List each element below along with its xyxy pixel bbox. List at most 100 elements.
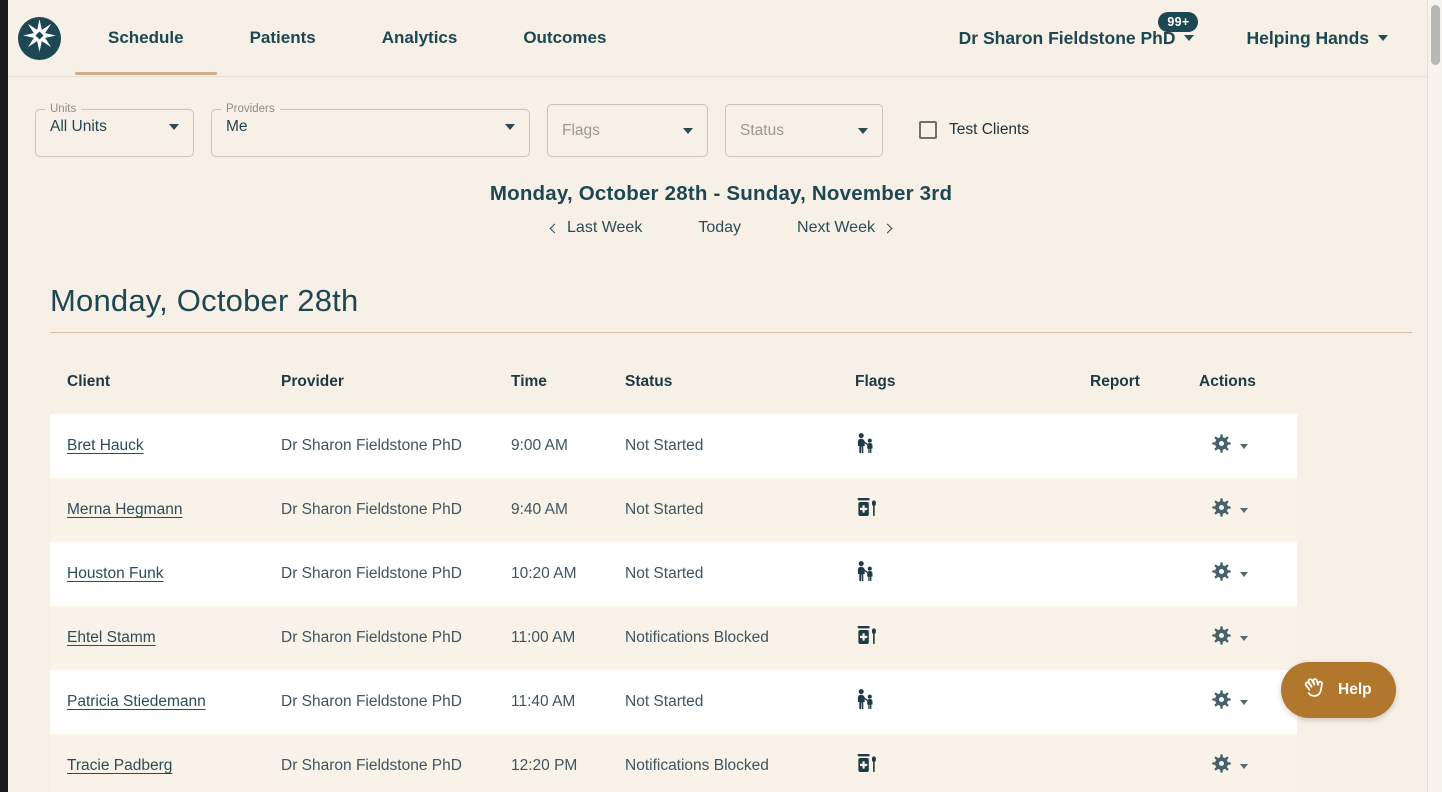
chevron-down-icon xyxy=(1240,700,1248,705)
tab-outcomes-label: Outcomes xyxy=(523,28,606,48)
tab-schedule[interactable]: Schedule xyxy=(75,0,217,77)
tab-analytics[interactable]: Analytics xyxy=(349,0,491,77)
row-actions-menu[interactable] xyxy=(1199,433,1297,459)
units-select[interactable]: Units All Units xyxy=(35,104,194,157)
time-cell: 11:40 AM xyxy=(511,693,625,711)
time-cell: 9:40 AM xyxy=(511,501,625,519)
provider-cell: Dr Sharon Fieldstone PhD xyxy=(281,693,511,711)
client-link[interactable]: Houston Funk xyxy=(67,565,281,583)
client-link[interactable]: Ehtel Stamm xyxy=(67,629,281,647)
client-link[interactable]: Bret Hauck xyxy=(67,437,281,455)
test-clients-checkbox[interactable] xyxy=(919,121,937,139)
gear-icon xyxy=(1211,433,1232,459)
tab-patients[interactable]: Patients xyxy=(217,0,349,77)
flags-cell xyxy=(855,560,1090,588)
tab-outcomes[interactable]: Outcomes xyxy=(490,0,639,77)
help-button[interactable]: Help xyxy=(1281,662,1396,718)
status-cell: Not Started xyxy=(625,693,855,711)
left-edge-strip xyxy=(0,0,8,792)
nav-right: Dr Sharon Fieldstone PhD 99+ Helping Han… xyxy=(959,28,1388,49)
gear-icon xyxy=(1211,625,1232,651)
flags-select-placeholder: Flags xyxy=(562,122,600,140)
column-header-time: Time xyxy=(511,373,625,391)
providers-select-label: Providers xyxy=(221,104,280,116)
medication-bottle-spoon-icon xyxy=(855,752,879,775)
starburst-icon xyxy=(18,14,61,62)
week-navigation: Monday, October 28th - Sunday, November … xyxy=(0,182,1442,237)
next-week-label: Next Week xyxy=(797,219,875,237)
providers-select-value: Me xyxy=(226,118,248,136)
adult-child-icon xyxy=(855,432,878,455)
test-clients-label: Test Clients xyxy=(949,121,1029,139)
flags-cell xyxy=(855,624,1090,652)
today-button[interactable]: Today xyxy=(698,219,741,237)
units-select-value: All Units xyxy=(50,118,107,136)
medication-bottle-spoon-icon xyxy=(855,496,879,519)
providers-select[interactable]: Providers Me xyxy=(211,104,530,157)
tab-schedule-label: Schedule xyxy=(108,28,184,48)
column-header-flags: Flags xyxy=(855,373,1090,391)
client-link[interactable]: Tracie Padberg xyxy=(67,757,281,775)
time-cell: 11:00 AM xyxy=(511,629,625,647)
chevron-down-icon xyxy=(683,128,693,134)
status-cell: Notifications Blocked xyxy=(625,757,855,775)
chevron-down-icon xyxy=(1240,444,1248,449)
column-header-client: Client xyxy=(67,373,281,391)
chevron-down-icon xyxy=(1240,764,1248,769)
tab-patients-label: Patients xyxy=(250,28,316,48)
chevron-down-icon xyxy=(505,124,515,130)
last-week-label: Last Week xyxy=(567,219,642,237)
provider-cell: Dr Sharon Fieldstone PhD xyxy=(281,501,511,519)
table-row: Houston Funk Dr Sharon Fieldstone PhD 10… xyxy=(50,542,1297,606)
row-actions-menu[interactable] xyxy=(1199,561,1297,587)
table-row: Tracie Padberg Dr Sharon Fieldstone PhD … xyxy=(50,734,1297,792)
app-logo[interactable] xyxy=(18,17,61,60)
week-range-label: Monday, October 28th - Sunday, November … xyxy=(0,182,1442,206)
flags-cell xyxy=(855,752,1090,780)
units-select-label: Units xyxy=(45,104,81,116)
chevron-down-icon xyxy=(1240,572,1248,577)
gear-icon xyxy=(1211,689,1232,715)
medication-bottle-spoon-icon xyxy=(855,624,879,647)
row-actions-menu[interactable] xyxy=(1199,753,1297,779)
time-cell: 12:20 PM xyxy=(511,757,625,775)
time-cell: 9:00 AM xyxy=(511,437,625,455)
chevron-down-icon xyxy=(169,124,179,130)
table-row: Patricia Stiedemann Dr Sharon Fieldstone… xyxy=(50,670,1297,734)
client-link[interactable]: Merna Hegmann xyxy=(67,501,281,519)
next-week-button[interactable]: Next Week xyxy=(797,219,891,237)
flags-select[interactable]: Flags xyxy=(547,104,708,157)
flags-cell xyxy=(855,432,1090,460)
notification-badge: 99+ xyxy=(1158,12,1198,32)
provider-cell: Dr Sharon Fieldstone PhD xyxy=(281,565,511,583)
table-row: Merna Hegmann Dr Sharon Fieldstone PhD 9… xyxy=(50,478,1297,542)
user-menu[interactable]: Dr Sharon Fieldstone PhD 99+ xyxy=(959,28,1195,49)
organization-name: Helping Hands xyxy=(1246,28,1369,49)
help-button-label: Help xyxy=(1338,681,1372,699)
waving-hand-icon xyxy=(1299,673,1330,706)
row-actions-menu[interactable] xyxy=(1199,497,1297,523)
column-header-actions: Actions xyxy=(1199,373,1297,391)
client-link[interactable]: Patricia Stiedemann xyxy=(67,693,281,711)
chevron-down-icon xyxy=(1240,508,1248,513)
last-week-button[interactable]: Last Week xyxy=(551,219,642,237)
scrollbar-thumb[interactable] xyxy=(1431,5,1440,65)
flags-cell xyxy=(855,496,1090,524)
column-header-report: Report xyxy=(1090,373,1199,391)
primary-tabs: Schedule Patients Analytics Outcomes xyxy=(75,0,639,77)
day-section-title: Monday, October 28th xyxy=(50,283,1442,319)
user-name: Dr Sharon Fieldstone PhD xyxy=(959,28,1176,49)
flags-cell xyxy=(855,688,1090,716)
day-section-divider xyxy=(50,332,1412,333)
row-actions-menu[interactable] xyxy=(1199,625,1297,651)
table-body: Bret Hauck Dr Sharon Fieldstone PhD 9:00… xyxy=(50,414,1297,792)
table-row: Bret Hauck Dr Sharon Fieldstone PhD 9:00… xyxy=(50,414,1297,478)
status-cell: Not Started xyxy=(625,437,855,455)
status-select-placeholder: Status xyxy=(740,122,784,140)
scrollbar-track[interactable] xyxy=(1427,0,1442,792)
time-cell: 10:20 AM xyxy=(511,565,625,583)
status-select[interactable]: Status xyxy=(725,104,883,157)
test-clients-toggle[interactable]: Test Clients xyxy=(919,121,1029,139)
organization-menu[interactable]: Helping Hands xyxy=(1246,28,1388,49)
status-cell: Not Started xyxy=(625,501,855,519)
